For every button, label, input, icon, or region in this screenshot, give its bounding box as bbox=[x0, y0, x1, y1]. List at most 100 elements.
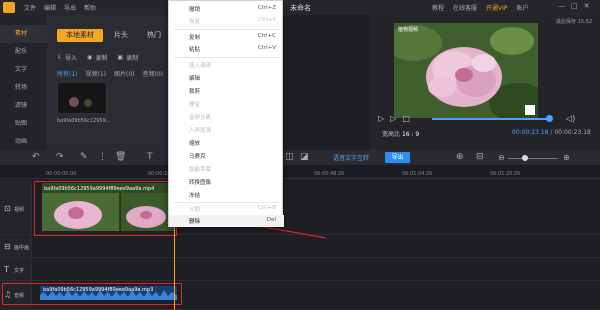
menu-item-copy[interactable]: 复制 Ctrl+C bbox=[169, 31, 284, 43]
menu-item-shortcut: Ctrl+Y bbox=[258, 17, 276, 23]
menu-item-zoom[interactable]: 缩放 bbox=[169, 137, 284, 149]
play-frame-icon[interactable]: ▷ bbox=[390, 114, 396, 123]
menu-item-redo[interactable]: 恢复 Ctrl+Y bbox=[169, 15, 284, 27]
menu-item-shortcut: Del bbox=[266, 217, 276, 223]
menu-item-mosaic[interactable]: 马赛克 bbox=[169, 150, 284, 162]
filter-all[interactable]: 所有(1) bbox=[57, 69, 78, 78]
menu-item-label: 静音 bbox=[189, 102, 201, 108]
pen-icon[interactable]: ✎ bbox=[80, 152, 88, 162]
menu-item-label: 编辑 bbox=[189, 76, 201, 82]
zoom-in-icon[interactable]: ⊕ bbox=[563, 153, 570, 162]
export-button[interactable]: 导出 bbox=[385, 152, 410, 163]
titlebar-links: 教程 在线客服 开通VIP 账户 bbox=[432, 3, 529, 12]
split-icon[interactable]: ⋮ bbox=[98, 152, 107, 162]
text-track-header: T 文字 bbox=[0, 258, 32, 280]
video-track-header: ⊡ 视频 bbox=[0, 180, 32, 234]
zoom-out-icon[interactable]: ⊖ bbox=[498, 153, 505, 162]
video-clip-name: ba9fa09b56c12959a9994f89eee9aa9a.mp4 bbox=[44, 186, 155, 192]
minimize-icon[interactable]: — bbox=[558, 2, 565, 10]
menu-item-shortcut: Ctrl+C bbox=[257, 33, 276, 39]
menu-item-mute[interactable]: 静音 bbox=[169, 98, 284, 110]
menu-item-paste[interactable]: 粘贴 Ctrl+V bbox=[169, 43, 284, 55]
nav-item-text[interactable]: 文字 bbox=[0, 61, 47, 79]
filter-audio[interactable]: 音频(0) bbox=[143, 69, 164, 78]
menu-item-audio-separate[interactable]: 音频分离 bbox=[169, 111, 284, 123]
close-icon[interactable]: ✕ bbox=[584, 2, 590, 10]
filter-image[interactable]: 图片(0) bbox=[114, 69, 135, 78]
menu-edit[interactable]: 编辑 bbox=[44, 3, 56, 12]
menu-item-convert-image[interactable]: 转换图像 bbox=[169, 176, 284, 188]
last-saved-time: 最后保存 15:52 bbox=[556, 19, 592, 25]
speech-to-text-link[interactable]: 语音文字互转 bbox=[333, 153, 369, 162]
menu-item-label: 撤销 bbox=[189, 7, 201, 13]
menu-file[interactable]: 文件 bbox=[24, 3, 36, 12]
aspect-ratio[interactable]: 宽高比 16 : 9 bbox=[382, 129, 419, 138]
nav-item-transition[interactable]: 转场 bbox=[0, 79, 47, 97]
text-tool-icon[interactable]: T bbox=[147, 152, 153, 162]
timeline-ruler[interactable]: 00:00:00.00 00:00:16.00 00:00:48.00 00:0… bbox=[0, 165, 600, 179]
menu-item-shortcut: Ctrl+Z bbox=[257, 5, 276, 11]
menu-item-label: 转换图像 bbox=[189, 180, 212, 186]
filter-video[interactable]: 视频(1) bbox=[86, 69, 107, 78]
menu-item-voice-enhance[interactable]: 人声增强 bbox=[169, 124, 284, 136]
playback-progress-knob[interactable] bbox=[546, 115, 553, 122]
nav-item-filter[interactable]: 滤镜 bbox=[0, 97, 47, 115]
redo-icon[interactable]: ↷ bbox=[56, 152, 64, 162]
import-button[interactable]: ⇩ 导入 bbox=[57, 53, 77, 62]
context-menu: 撤销 Ctrl+Z 恢复 Ctrl+Y 复制 Ctrl+C 粘贴 Ctrl+V … bbox=[168, 0, 284, 227]
delete-icon[interactable]: 🗑 bbox=[115, 152, 126, 162]
record-icon: ◉ bbox=[87, 54, 93, 61]
stop-icon[interactable]: □ bbox=[402, 114, 410, 123]
nav-item-material[interactable]: 素材 bbox=[0, 25, 47, 43]
playback-progress[interactable] bbox=[432, 118, 550, 120]
pip-track-icon: ⊟ bbox=[4, 242, 11, 251]
import-label: 导入 bbox=[65, 55, 78, 62]
menu-item-smart-subtitle[interactable]: 智能字幕 bbox=[169, 163, 284, 175]
play-icon[interactable]: ▷ bbox=[378, 114, 384, 123]
menu-item-label: 智能字幕 bbox=[189, 167, 212, 173]
menu-item-delete[interactable]: 删除 Del bbox=[169, 215, 284, 227]
audio-clip-name: ba9fa09b56c12959a9994f89eee9aa9a.mp3 bbox=[43, 287, 154, 293]
freeze-icon[interactable]: ◫ bbox=[285, 152, 294, 162]
menu-item-freeze[interactable]: 冻结 bbox=[169, 189, 284, 201]
volume-icon[interactable]: ◁) bbox=[566, 114, 575, 123]
preview-video[interactable]: 植物视频 bbox=[394, 23, 538, 118]
nav-item-music[interactable]: 配乐 bbox=[0, 43, 47, 61]
record-button[interactable]: ◉ 录制 bbox=[87, 53, 107, 62]
tutorial-link[interactable]: 教程 bbox=[432, 3, 444, 12]
pip-track-label: 画中画 bbox=[14, 245, 30, 251]
zoom-slider[interactable] bbox=[508, 158, 558, 159]
aspect-ratio-value: 16 : 9 bbox=[401, 131, 420, 138]
grid-icon[interactable]: ⊟ bbox=[476, 152, 484, 162]
menu-item-crop[interactable]: 裁剪 bbox=[169, 85, 284, 97]
color-icon[interactable]: ◪ bbox=[300, 152, 309, 162]
tab-hot[interactable]: 热门 bbox=[147, 30, 161, 40]
window-controls: — □ ✕ bbox=[558, 2, 590, 10]
nav-item-animation[interactable]: 动画 bbox=[0, 133, 47, 151]
media-clip-thumbnail[interactable] bbox=[57, 82, 107, 114]
flower-image bbox=[394, 23, 538, 118]
marker-icon[interactable]: ⊕ bbox=[456, 152, 464, 162]
tab-intro[interactable]: 片头 bbox=[114, 30, 128, 40]
menu-item-insert-speed[interactable]: 插入调速 bbox=[169, 59, 284, 71]
record-screen-button[interactable]: ▣ 录制 bbox=[117, 53, 138, 62]
menu-item-label: 缩放 bbox=[189, 141, 201, 147]
account-link[interactable]: 账户 bbox=[517, 3, 529, 12]
menu-item-split[interactable]: 分割 Ctrl+B bbox=[169, 203, 284, 215]
menu-item-edit[interactable]: 编辑 bbox=[169, 72, 284, 84]
camera-icon: ▣ bbox=[117, 54, 123, 61]
tab-local-media[interactable]: 本地素材 bbox=[57, 29, 103, 42]
zoom-slider-knob[interactable] bbox=[522, 155, 528, 161]
nav-item-sticker[interactable]: 贴图 bbox=[0, 115, 47, 133]
support-link[interactable]: 在线客服 bbox=[453, 3, 477, 12]
menu-item-label: 粘贴 bbox=[189, 47, 201, 53]
vip-link[interactable]: 开通VIP bbox=[486, 3, 508, 12]
document-title: 未命名 bbox=[290, 4, 311, 12]
record-label: 录制 bbox=[95, 55, 108, 62]
maximize-icon[interactable]: □ bbox=[571, 2, 578, 10]
menu-item-shortcut: Ctrl+V bbox=[257, 45, 276, 51]
undo-icon[interactable]: ↶ bbox=[32, 152, 40, 162]
menu-item-undo[interactable]: 撤销 Ctrl+Z bbox=[169, 3, 284, 15]
menu-help[interactable]: 帮助 bbox=[84, 3, 96, 12]
menu-export[interactable]: 导出 bbox=[64, 3, 76, 12]
